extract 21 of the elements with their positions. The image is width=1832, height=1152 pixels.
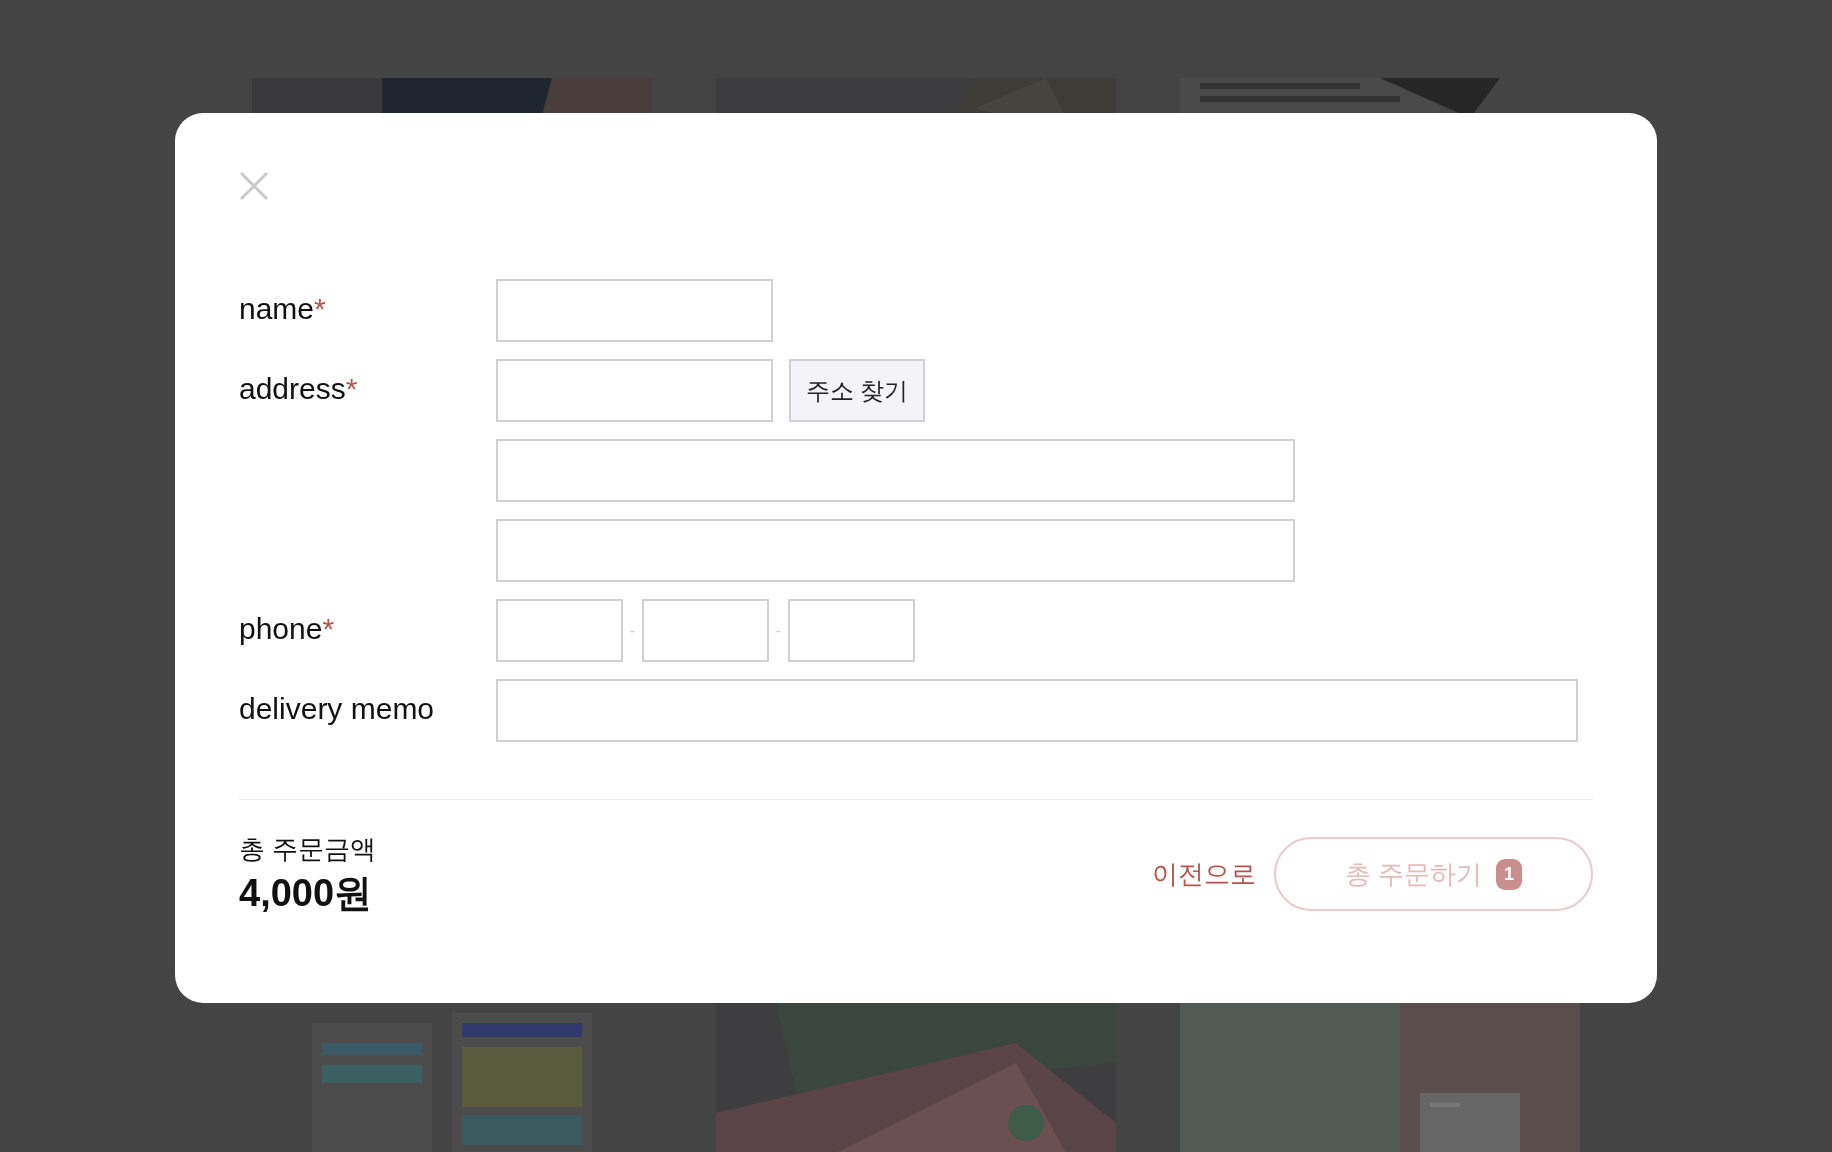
back-link[interactable]: 이전으로 xyxy=(1152,854,1256,894)
field-label: name* xyxy=(239,291,327,327)
input-field[interactable] xyxy=(496,279,773,342)
total-amount: 4,000원 xyxy=(239,871,374,916)
close-icon xyxy=(239,171,269,201)
field-label: phone* xyxy=(239,611,336,647)
close-button[interactable] xyxy=(239,171,269,201)
input-field[interactable] xyxy=(496,679,1578,742)
address-search-button[interactable]: 주소 찾기 xyxy=(789,359,925,422)
input-field[interactable] xyxy=(496,359,773,422)
input-field[interactable] xyxy=(496,519,1295,582)
input-field[interactable] xyxy=(496,439,1295,502)
separator: - xyxy=(628,620,637,641)
separator: - xyxy=(774,620,783,641)
total-label: 총 주문금액 xyxy=(239,833,378,866)
input-field[interactable] xyxy=(642,599,769,662)
field-label: address* xyxy=(239,371,359,407)
count-badge: 1 xyxy=(1496,858,1523,890)
input-field[interactable] xyxy=(496,599,623,662)
input-field[interactable] xyxy=(788,599,915,662)
field-label: delivery memo xyxy=(239,691,436,727)
